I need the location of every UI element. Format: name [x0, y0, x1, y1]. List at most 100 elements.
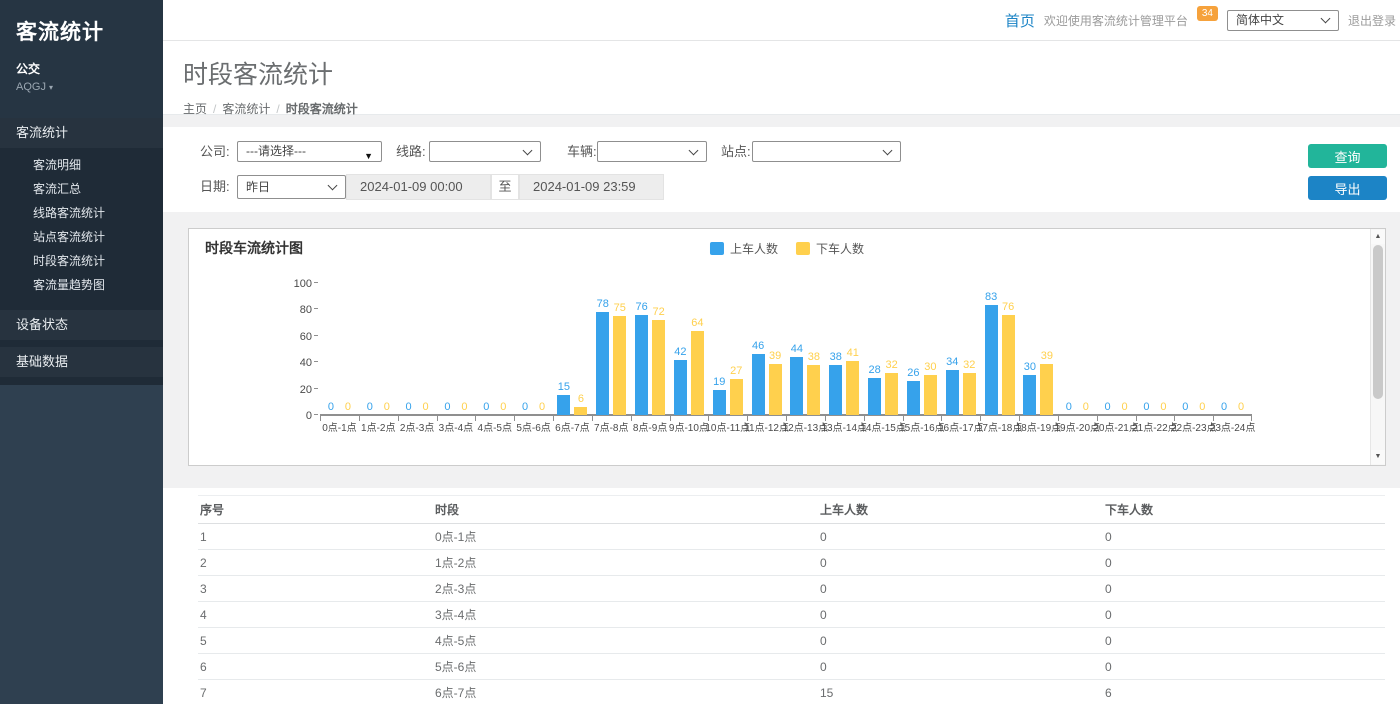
- stats-table: 序号时段上车人数下车人数 10点-1点0021点-2点0032点-3点0043点…: [198, 495, 1385, 704]
- x-axis-tick: [592, 416, 593, 421]
- bar-boarding: [985, 305, 998, 415]
- x-axis-tick: [1136, 416, 1137, 421]
- y-axis-tick-label: 60: [276, 331, 312, 343]
- page-title: 时段客流统计: [183, 55, 1400, 91]
- app-root: 客流统计 公交 AQGJ ▾ 客流统计客流明细客流汇总线路客流统计站点客流统计时…: [0, 0, 1400, 704]
- dropdown-triangle-icon: ▼: [364, 147, 373, 166]
- x-axis-tick: [1097, 416, 1098, 421]
- legend-label: 下车人数: [816, 240, 864, 257]
- page-heading: 时段客流统计 主页/客流统计/时段客流统计: [163, 41, 1400, 115]
- bar-value-label: 0: [529, 401, 556, 413]
- org-name: 公交: [16, 60, 147, 77]
- table-cell: 0: [818, 576, 1103, 602]
- table-cell: 0: [818, 550, 1103, 576]
- home-link[interactable]: 首页: [1005, 10, 1035, 31]
- sidebar-subitem-5[interactable]: 客流量趋势图: [0, 273, 163, 297]
- date-range-separator: 至: [491, 174, 519, 200]
- sidebar-subitem-2[interactable]: 线路客流统计: [0, 201, 163, 225]
- sidebar-item-0[interactable]: 客流统计: [0, 118, 163, 148]
- language-select[interactable]: 简体中文: [1227, 10, 1339, 31]
- legend-item[interactable]: 上车人数: [710, 240, 778, 257]
- station-select[interactable]: [752, 141, 901, 162]
- bar-alighting: [691, 331, 704, 415]
- x-axis-tick: [903, 416, 904, 421]
- x-axis-tick: [359, 416, 360, 421]
- table-cell: 5点-6点: [433, 654, 818, 680]
- x-axis-tick: [747, 416, 748, 421]
- date-to-input[interactable]: 2024-01-09 23:59: [519, 174, 664, 200]
- bar-alighting: [1040, 364, 1053, 415]
- table-cell: 0: [818, 602, 1103, 628]
- bar-boarding: [790, 357, 803, 415]
- x-axis-tick: [475, 416, 476, 421]
- bar-boarding: [674, 360, 687, 415]
- legend-swatch-icon: [796, 242, 810, 255]
- chart-vertical-scrollbar[interactable]: ▲ ▼: [1370, 229, 1385, 465]
- table-row: 32点-3点00: [198, 576, 1385, 602]
- scroll-up-icon[interactable]: ▲: [1371, 230, 1385, 244]
- x-axis-tick: [941, 416, 942, 421]
- bar-boarding: [635, 315, 648, 415]
- x-axis-tick: [1213, 416, 1214, 421]
- table-cell: 0: [1103, 602, 1385, 628]
- y-axis-tick-label: 100: [276, 278, 312, 290]
- station-label: 站点:: [721, 141, 751, 163]
- company-select[interactable]: ---请选择--- ▼: [237, 141, 382, 162]
- table-cell: 6: [198, 654, 433, 680]
- bar-alighting: [807, 365, 820, 415]
- sidebar-item-2[interactable]: 基础数据: [0, 347, 163, 377]
- bar-alighting: [846, 361, 859, 415]
- table-cell: 1: [198, 524, 433, 550]
- y-axis-tick: [314, 361, 318, 362]
- y-axis-tick: [314, 388, 318, 389]
- bar-value-label: 27: [723, 365, 750, 377]
- org-selector[interactable]: AQGJ ▾: [16, 81, 147, 93]
- y-axis-tick-label: 20: [276, 384, 312, 396]
- sidebar-subitem-4[interactable]: 时段客流统计: [0, 249, 163, 273]
- y-axis-tick: [314, 335, 318, 336]
- x-axis-tick: [825, 416, 826, 421]
- sidebar-subitem-0[interactable]: 客流明细: [0, 153, 163, 177]
- export-button[interactable]: 导出: [1308, 176, 1387, 200]
- x-axis-tick: [1251, 416, 1252, 421]
- scrollbar-thumb[interactable]: [1373, 245, 1383, 399]
- search-button[interactable]: 查询: [1308, 144, 1387, 168]
- date-from-input[interactable]: 2024-01-09 00:00: [346, 174, 491, 200]
- x-axis-tick: [786, 416, 787, 421]
- y-axis-tick: [314, 308, 318, 309]
- line-select[interactable]: [429, 141, 541, 162]
- sidebar-item-1[interactable]: 设备状态: [0, 310, 163, 340]
- vehicle-select[interactable]: [597, 141, 707, 162]
- date-preset-select[interactable]: 昨日: [237, 175, 346, 199]
- breadcrumb-link[interactable]: 客流统计: [222, 102, 270, 116]
- chart-legend: 上车人数 下车人数: [710, 240, 864, 257]
- bar-value-label: 64: [684, 317, 711, 329]
- sidebar-subitem-1[interactable]: 客流汇总: [0, 177, 163, 201]
- y-axis-tick-label: 0: [276, 410, 312, 422]
- y-axis-tick: [314, 282, 318, 283]
- breadcrumb-link[interactable]: 主页: [183, 102, 207, 116]
- notification-badge[interactable]: 34: [1197, 6, 1218, 21]
- bar-boarding: [752, 354, 765, 415]
- legend-item[interactable]: 下车人数: [796, 240, 864, 257]
- table-cell: 15: [818, 680, 1103, 704]
- table-panel: 序号时段上车人数下车人数 10点-1点0021点-2点0032点-3点0043点…: [163, 488, 1400, 704]
- scroll-down-icon[interactable]: ▼: [1371, 450, 1385, 464]
- sidebar-subitem-3[interactable]: 站点客流统计: [0, 225, 163, 249]
- table-cell: 0: [818, 654, 1103, 680]
- bar-boarding: [596, 312, 609, 415]
- table-cell: 0: [1103, 576, 1385, 602]
- table-cell: 0点-1点: [433, 524, 818, 550]
- logout-link[interactable]: 退出登录: [1348, 12, 1396, 29]
- x-axis-tick: [708, 416, 709, 421]
- chart-panel: 时段车流统计图 上车人数下车人数 020406080100000点-1点001点…: [188, 228, 1386, 466]
- caret-down-icon: ▾: [49, 83, 53, 92]
- breadcrumb-current: 时段客流统计: [286, 102, 358, 116]
- bar-alighting: [613, 316, 626, 415]
- bar-boarding: [829, 365, 842, 415]
- table-cell: 4点-5点: [433, 628, 818, 654]
- table-cell: 5: [198, 628, 433, 654]
- y-axis-tick-label: 80: [276, 304, 312, 316]
- legend-label: 上车人数: [730, 240, 778, 257]
- bar-value-label: 0: [1228, 401, 1255, 413]
